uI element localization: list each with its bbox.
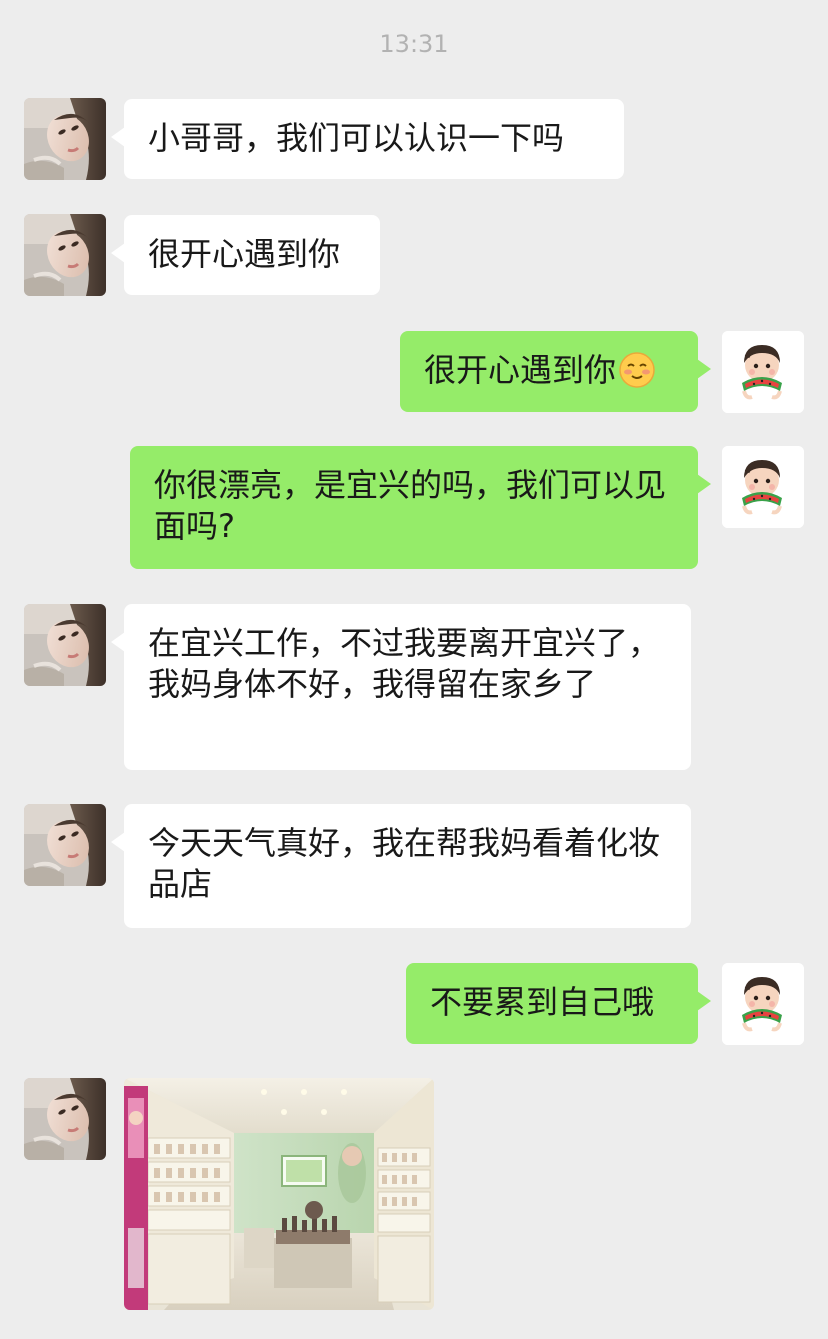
- outgoing-message-bubble[interactable]: 很开心遇到你: [400, 331, 711, 412]
- my-avatar[interactable]: [722, 331, 804, 413]
- contact-avatar-photo-icon: [24, 804, 106, 886]
- watermelon-kid-avatar-icon: [722, 446, 804, 528]
- contact-avatar-photo-icon: [24, 98, 106, 180]
- message-text: 你很漂亮，是宜兴的吗，我们可以见面吗?: [154, 466, 667, 545]
- my-avatar[interactable]: [722, 446, 804, 528]
- contact-avatar-photo-icon: [24, 604, 106, 686]
- cosmetics-shop-photo: [124, 1078, 434, 1310]
- message-text: 今天天气真好，我在帮我妈看着化妆品店: [148, 824, 661, 903]
- outgoing-message-bubble[interactable]: 不要累到自己哦: [406, 963, 711, 1044]
- incoming-message-bubble[interactable]: 很开心遇到你: [111, 215, 380, 295]
- blushing-smile-emoji-icon: [619, 352, 655, 388]
- message-timestamp: 13:31: [379, 30, 449, 58]
- message-text: 不要累到自己哦: [430, 983, 655, 1021]
- message-text: 很开心遇到你: [424, 351, 617, 389]
- watermelon-kid-avatar-icon: [722, 331, 804, 413]
- my-avatar[interactable]: [722, 963, 804, 1045]
- incoming-message-bubble[interactable]: 小哥哥，我们可以认识一下吗: [111, 99, 624, 179]
- message-text: 在宜兴工作，不过我要离开宜兴了，我妈身体不好，我得留在家乡了: [148, 624, 661, 703]
- contact-avatar-photo-icon: [24, 1078, 106, 1160]
- contact-avatar[interactable]: [24, 98, 106, 180]
- contact-avatar[interactable]: [24, 804, 106, 886]
- contact-avatar[interactable]: [24, 214, 106, 296]
- message-text: 很开心遇到你: [148, 235, 341, 273]
- watermelon-kid-avatar-icon: [722, 963, 804, 1045]
- message-text: 小哥哥，我们可以认识一下吗: [148, 119, 565, 157]
- contact-avatar-photo-icon: [24, 214, 106, 296]
- incoming-message-bubble[interactable]: 在宜兴工作，不过我要离开宜兴了，我妈身体不好，我得留在家乡了: [111, 604, 691, 770]
- incoming-message-bubble[interactable]: 今天天气真好，我在帮我妈看着化妆品店: [111, 804, 691, 928]
- contact-avatar[interactable]: [24, 1078, 106, 1160]
- image-message[interactable]: [124, 1078, 434, 1310]
- outgoing-message-bubble[interactable]: 你很漂亮，是宜兴的吗，我们可以见面吗?: [130, 446, 711, 569]
- contact-avatar[interactable]: [24, 604, 106, 686]
